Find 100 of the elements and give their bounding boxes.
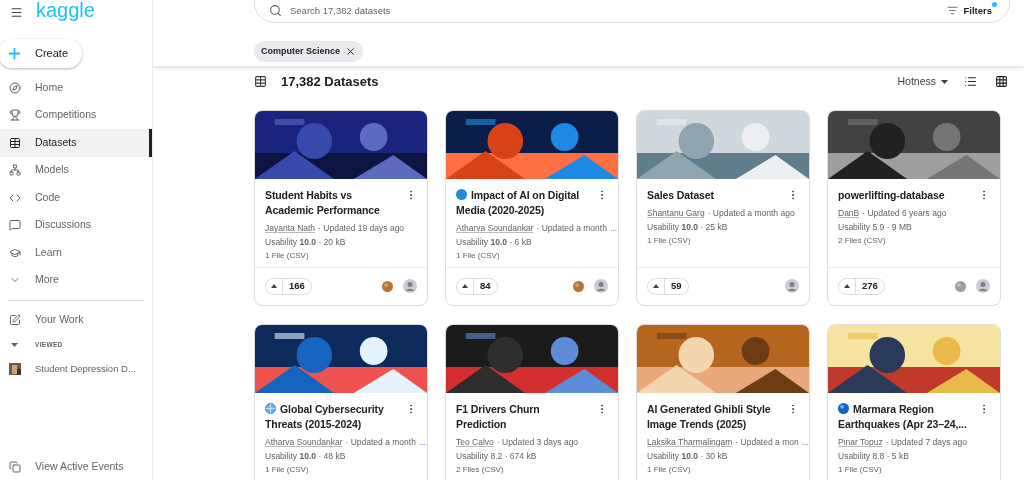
file-info: 1 File (CSV) <box>265 463 310 476</box>
menu-icon[interactable] <box>10 5 23 19</box>
avatar-icon[interactable] <box>403 279 417 293</box>
avatar-icon[interactable] <box>976 279 990 293</box>
avatar-icon[interactable] <box>785 279 799 293</box>
dataset-title[interactable]: powerlifting-database <box>838 187 945 203</box>
edit-icon <box>9 313 21 326</box>
grid-icon <box>995 75 1008 89</box>
nav-item[interactable]: More <box>0 266 152 294</box>
caret-icon <box>11 342 18 347</box>
trophy-icon <box>9 109 21 122</box>
compass-icon <box>9 81 21 94</box>
file-info: 1 File (CSV) <box>647 234 692 247</box>
nav-item[interactable]: Discussions <box>0 211 152 239</box>
dataset-title[interactable]: Student Habits vs Academic Performance <box>265 187 401 218</box>
recent-item[interactable]: Student Depression D... <box>0 357 152 381</box>
dataset-card[interactable]: powerlifting-database DanB · Updated 6 years ago Usability 5.9 · 9 MB 2 Files (CSV) 276 <box>827 109 1001 306</box>
dataset-card[interactable]: Impact of AI on Digital Media (2020-2025) Atharva Soundankar · Updated a month ... Usability 10.0 · 6 kB 1 File (CSV) 84 <box>445 109 619 306</box>
usability-text: Usability 8.8 · 5 kB <box>838 449 910 463</box>
author-link[interactable]: Shantanu Garg <box>647 205 705 220</box>
usability-text: Usability 8.2 · 674 kB <box>456 449 538 463</box>
caret-icon <box>941 79 948 84</box>
usability-text: Usability 5.9 · 9 MB <box>838 220 913 234</box>
nav-item[interactable]: Learn <box>0 239 152 267</box>
sort-dropdown[interactable]: Hotness <box>897 73 948 90</box>
up-caret-icon <box>653 284 659 288</box>
dataset-card[interactable]: AI Generated Ghibli Style Image Trends (2025) Laksika Tharmalingam · Updated a mon ... Usability 10.0 · 30 kB 1 File (CSV) <box>636 323 810 480</box>
table-icon <box>9 136 21 149</box>
author-link[interactable]: Laksika Tharmalingam <box>647 434 733 449</box>
globe-icon <box>838 402 849 414</box>
nav-item[interactable]: Your Work <box>0 307 152 332</box>
dataset-title[interactable]: Sales Dataset <box>647 187 714 203</box>
author-link[interactable]: Pinar Topuz <box>838 434 883 449</box>
nav-item[interactable]: Models <box>0 156 152 184</box>
usability-text: Usability 10.0 · 30 kB <box>647 449 729 463</box>
filters-button[interactable]: Filters <box>947 3 995 18</box>
more-link[interactable]: ... <box>609 220 617 235</box>
usability-text: Usability 10.0 · 25 kB <box>647 220 729 234</box>
globe-icon <box>265 402 276 414</box>
results-title: 17,382 Datasets <box>281 73 379 91</box>
updated-text: · Updated a month <box>536 221 607 235</box>
file-info: 2 Files (CSV) <box>838 234 887 247</box>
up-caret-icon <box>462 284 468 288</box>
dataset-card[interactable]: Sales Dataset Shantanu Garg · Updated a month ago Usability 10.0 · 25 kB 1 File (CSV) 59 <box>636 109 810 306</box>
updated-text: · Updated 7 days ago <box>885 435 967 449</box>
usability-text: Usability 10.0 · 20 kB <box>265 235 347 249</box>
usability-text: Usability 10.0 · 48 kB <box>265 449 347 463</box>
search-icon <box>269 4 282 17</box>
file-info: 1 File (CSV) <box>647 463 692 476</box>
globe-icon <box>456 188 467 200</box>
nav-item[interactable]: View Active Events <box>0 455 152 479</box>
more-link[interactable]: ... <box>801 434 809 449</box>
up-caret-icon <box>271 284 277 288</box>
dataset-card[interactable]: Global Cybersecurity Threats (2015-2024) Atharva Soundankar · Updated a month ... Usability 10.0 · 48 kB 1 File (CSV) <box>254 323 428 480</box>
medal-icon <box>955 280 966 292</box>
updated-text: · Updated a month <box>345 435 416 449</box>
file-info: 1 File (CSV) <box>265 249 310 262</box>
avatar-icon[interactable] <box>594 279 608 293</box>
create-button[interactable]: Create <box>0 39 82 68</box>
author-link[interactable]: Teo Calvo <box>456 434 494 449</box>
medal-icon <box>382 280 393 292</box>
nav-item[interactable]: Home <box>0 74 152 102</box>
dataset-title[interactable]: Impact of AI on Digital Media (2020-2025) <box>456 187 592 218</box>
dataset-title[interactable]: Marmara Region Earthquakes (Apr 23–24,... <box>838 401 974 432</box>
more-link[interactable]: ... <box>418 434 426 449</box>
list-icon <box>964 75 977 89</box>
medal-icon <box>573 280 584 292</box>
close-icon <box>345 46 357 57</box>
network-icon <box>9 164 21 177</box>
file-info: 2 Files (CSV) <box>456 463 505 476</box>
filter-chip[interactable]: Computer Science <box>254 41 364 62</box>
author-link[interactable]: Atharva Soundankar <box>456 220 534 235</box>
author-link[interactable]: Jayanta Nath <box>265 220 316 235</box>
dataset-title[interactable]: F1 Drivers Churn Prediction <box>456 401 592 432</box>
dataset-card[interactable]: Marmara Region Earthquakes (Apr 23–24,... Pinar Topuz · Updated 7 days ago Usability 8.8 · 5 kB 1 File (CSV) <box>827 323 1001 480</box>
graduation-cap-icon <box>9 246 21 259</box>
table-icon <box>254 75 267 89</box>
author-link[interactable]: DanB <box>838 205 860 220</box>
dataset-title[interactable]: AI Generated Ghibli Style Image Trends (2025) <box>647 401 783 432</box>
nav-item[interactable]: Code <box>0 184 152 212</box>
up-caret-icon <box>844 284 850 288</box>
author-link[interactable]: Atharva Soundankar <box>265 434 343 449</box>
plus-icon <box>6 45 23 62</box>
usability-text: Usability 10.0 · 6 kB <box>456 235 533 249</box>
dataset-card[interactable]: Student Habits vs Academic Performance Jayanta Nath · Updated 19 days ago Usability 10.0 · 20 kB 1 File (CSV) 166 <box>254 109 428 306</box>
nav-item[interactable]: Datasets <box>0 129 152 157</box>
updated-text: · Updated 3 days ago <box>496 435 579 449</box>
copy-icon <box>9 461 21 473</box>
thumbnail-icon <box>9 363 21 375</box>
chat-icon <box>9 219 21 232</box>
dataset-title[interactable]: Global Cybersecurity Threats (2015-2024) <box>265 401 401 432</box>
updated-text: · Updated 19 days ago <box>318 221 405 235</box>
updated-text: · Updated a month ago <box>707 206 795 220</box>
nav-item[interactable]: Competitions <box>0 101 152 129</box>
updated-text: · Updated a mon <box>735 435 799 449</box>
dataset-card[interactable]: F1 Drivers Churn Prediction Teo Calvo · Updated 3 days ago Usability 8.2 · 674 kB 2 Files (CSV) <box>445 323 619 480</box>
updated-text: · Updated 6 years ago <box>862 206 947 220</box>
file-info: 1 File (CSV) <box>838 463 883 476</box>
file-info: 1 File (CSV) <box>456 249 501 262</box>
filter-icon <box>947 5 959 17</box>
